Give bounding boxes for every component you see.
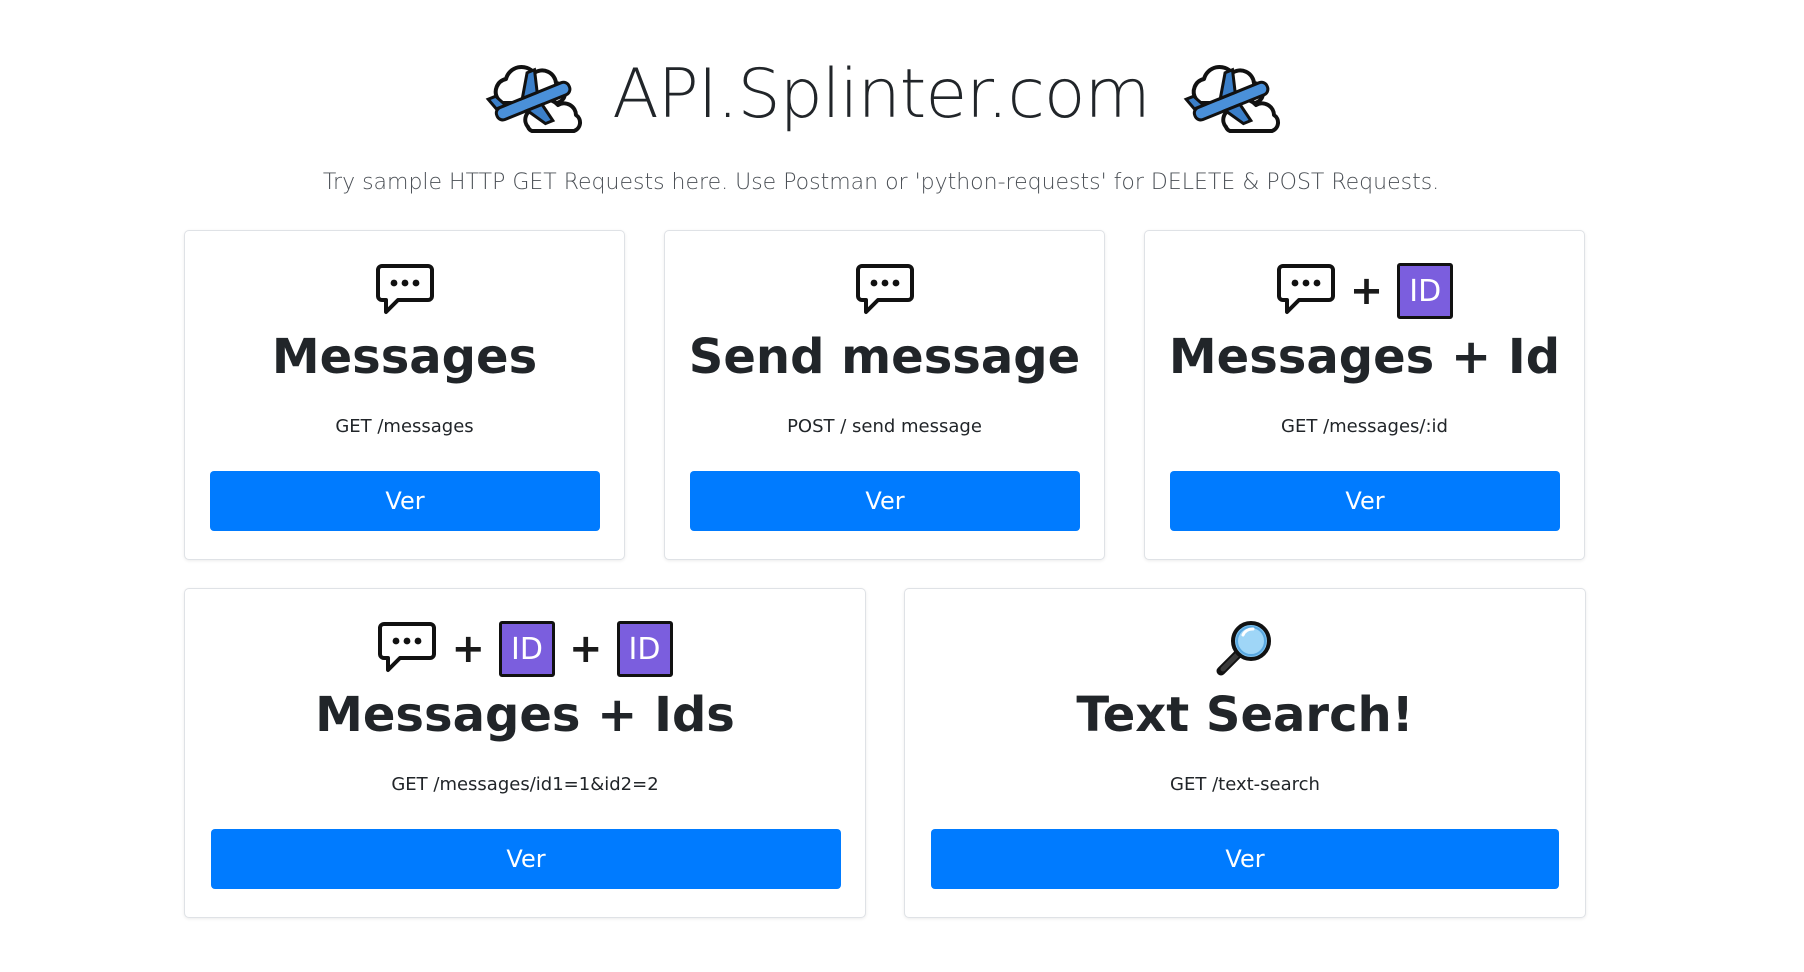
view-button[interactable]: Ver: [690, 471, 1080, 531]
speech-bubble-icon: [1276, 262, 1336, 321]
card-title: Text Search!: [1076, 687, 1414, 743]
page: API.Splinter.com Try sample HTTP GET Req…: [0, 0, 1804, 972]
card-icons: + ID + ID: [185, 617, 865, 681]
card-icons: + ID: [1145, 259, 1584, 323]
card-endpoint: GET /messages: [335, 416, 474, 437]
id-icon: ID: [499, 621, 555, 677]
page-header: API.Splinter.com Try sample HTTP GET Req…: [0, 40, 1762, 196]
card-messages-ids: + ID + ID Messages + Ids GET /messages/i…: [184, 588, 866, 918]
card-endpoint: POST / send message: [787, 416, 982, 437]
card-title: Messages + Ids: [315, 687, 735, 743]
plus-icon: +: [451, 626, 485, 672]
card-text-search: Text Search! GET /text-search Ver: [904, 588, 1586, 918]
card-send-message: Send message POST / send message Ver: [664, 230, 1105, 560]
plus-icon: +: [569, 626, 603, 672]
speech-bubble-icon: [855, 262, 915, 321]
id-icon: ID: [616, 621, 673, 677]
speech-bubble-icon: [375, 262, 435, 321]
view-button[interactable]: Ver: [211, 829, 841, 889]
card-title: Send message: [688, 329, 1081, 385]
card-endpoint: GET /messages/id1=1&id2=2: [391, 774, 659, 795]
card-icons: [665, 259, 1104, 323]
card-messages: Messages GET /messages Ver: [184, 230, 625, 560]
card-icons: [905, 617, 1585, 681]
plus-icon: +: [1349, 268, 1384, 314]
card-title: Messages + Id: [1168, 329, 1561, 385]
cloud-airplane-icon: [1178, 53, 1282, 138]
card-endpoint: GET /messages/:id: [1281, 416, 1448, 437]
speech-bubble-icon: [377, 620, 437, 679]
cloud-airplane-icon: [480, 53, 584, 138]
card-messages-id: + ID Messages + Id GET /messages/:id Ver: [1144, 230, 1585, 560]
card-title: Messages: [271, 329, 538, 385]
id-icon: ID: [1397, 263, 1454, 319]
view-button[interactable]: Ver: [1170, 471, 1560, 531]
card-endpoint: GET /text-search: [1170, 774, 1320, 795]
magnifying-glass-icon: [1213, 615, 1277, 684]
title-row: API.Splinter.com: [0, 40, 1762, 150]
view-button[interactable]: Ver: [931, 829, 1559, 889]
page-subtitle: Try sample HTTP GET Requests here. Use P…: [322, 170, 1440, 195]
view-button[interactable]: Ver: [210, 471, 600, 531]
page-title: API.Splinter.com: [612, 55, 1150, 134]
card-icons: [185, 259, 624, 323]
